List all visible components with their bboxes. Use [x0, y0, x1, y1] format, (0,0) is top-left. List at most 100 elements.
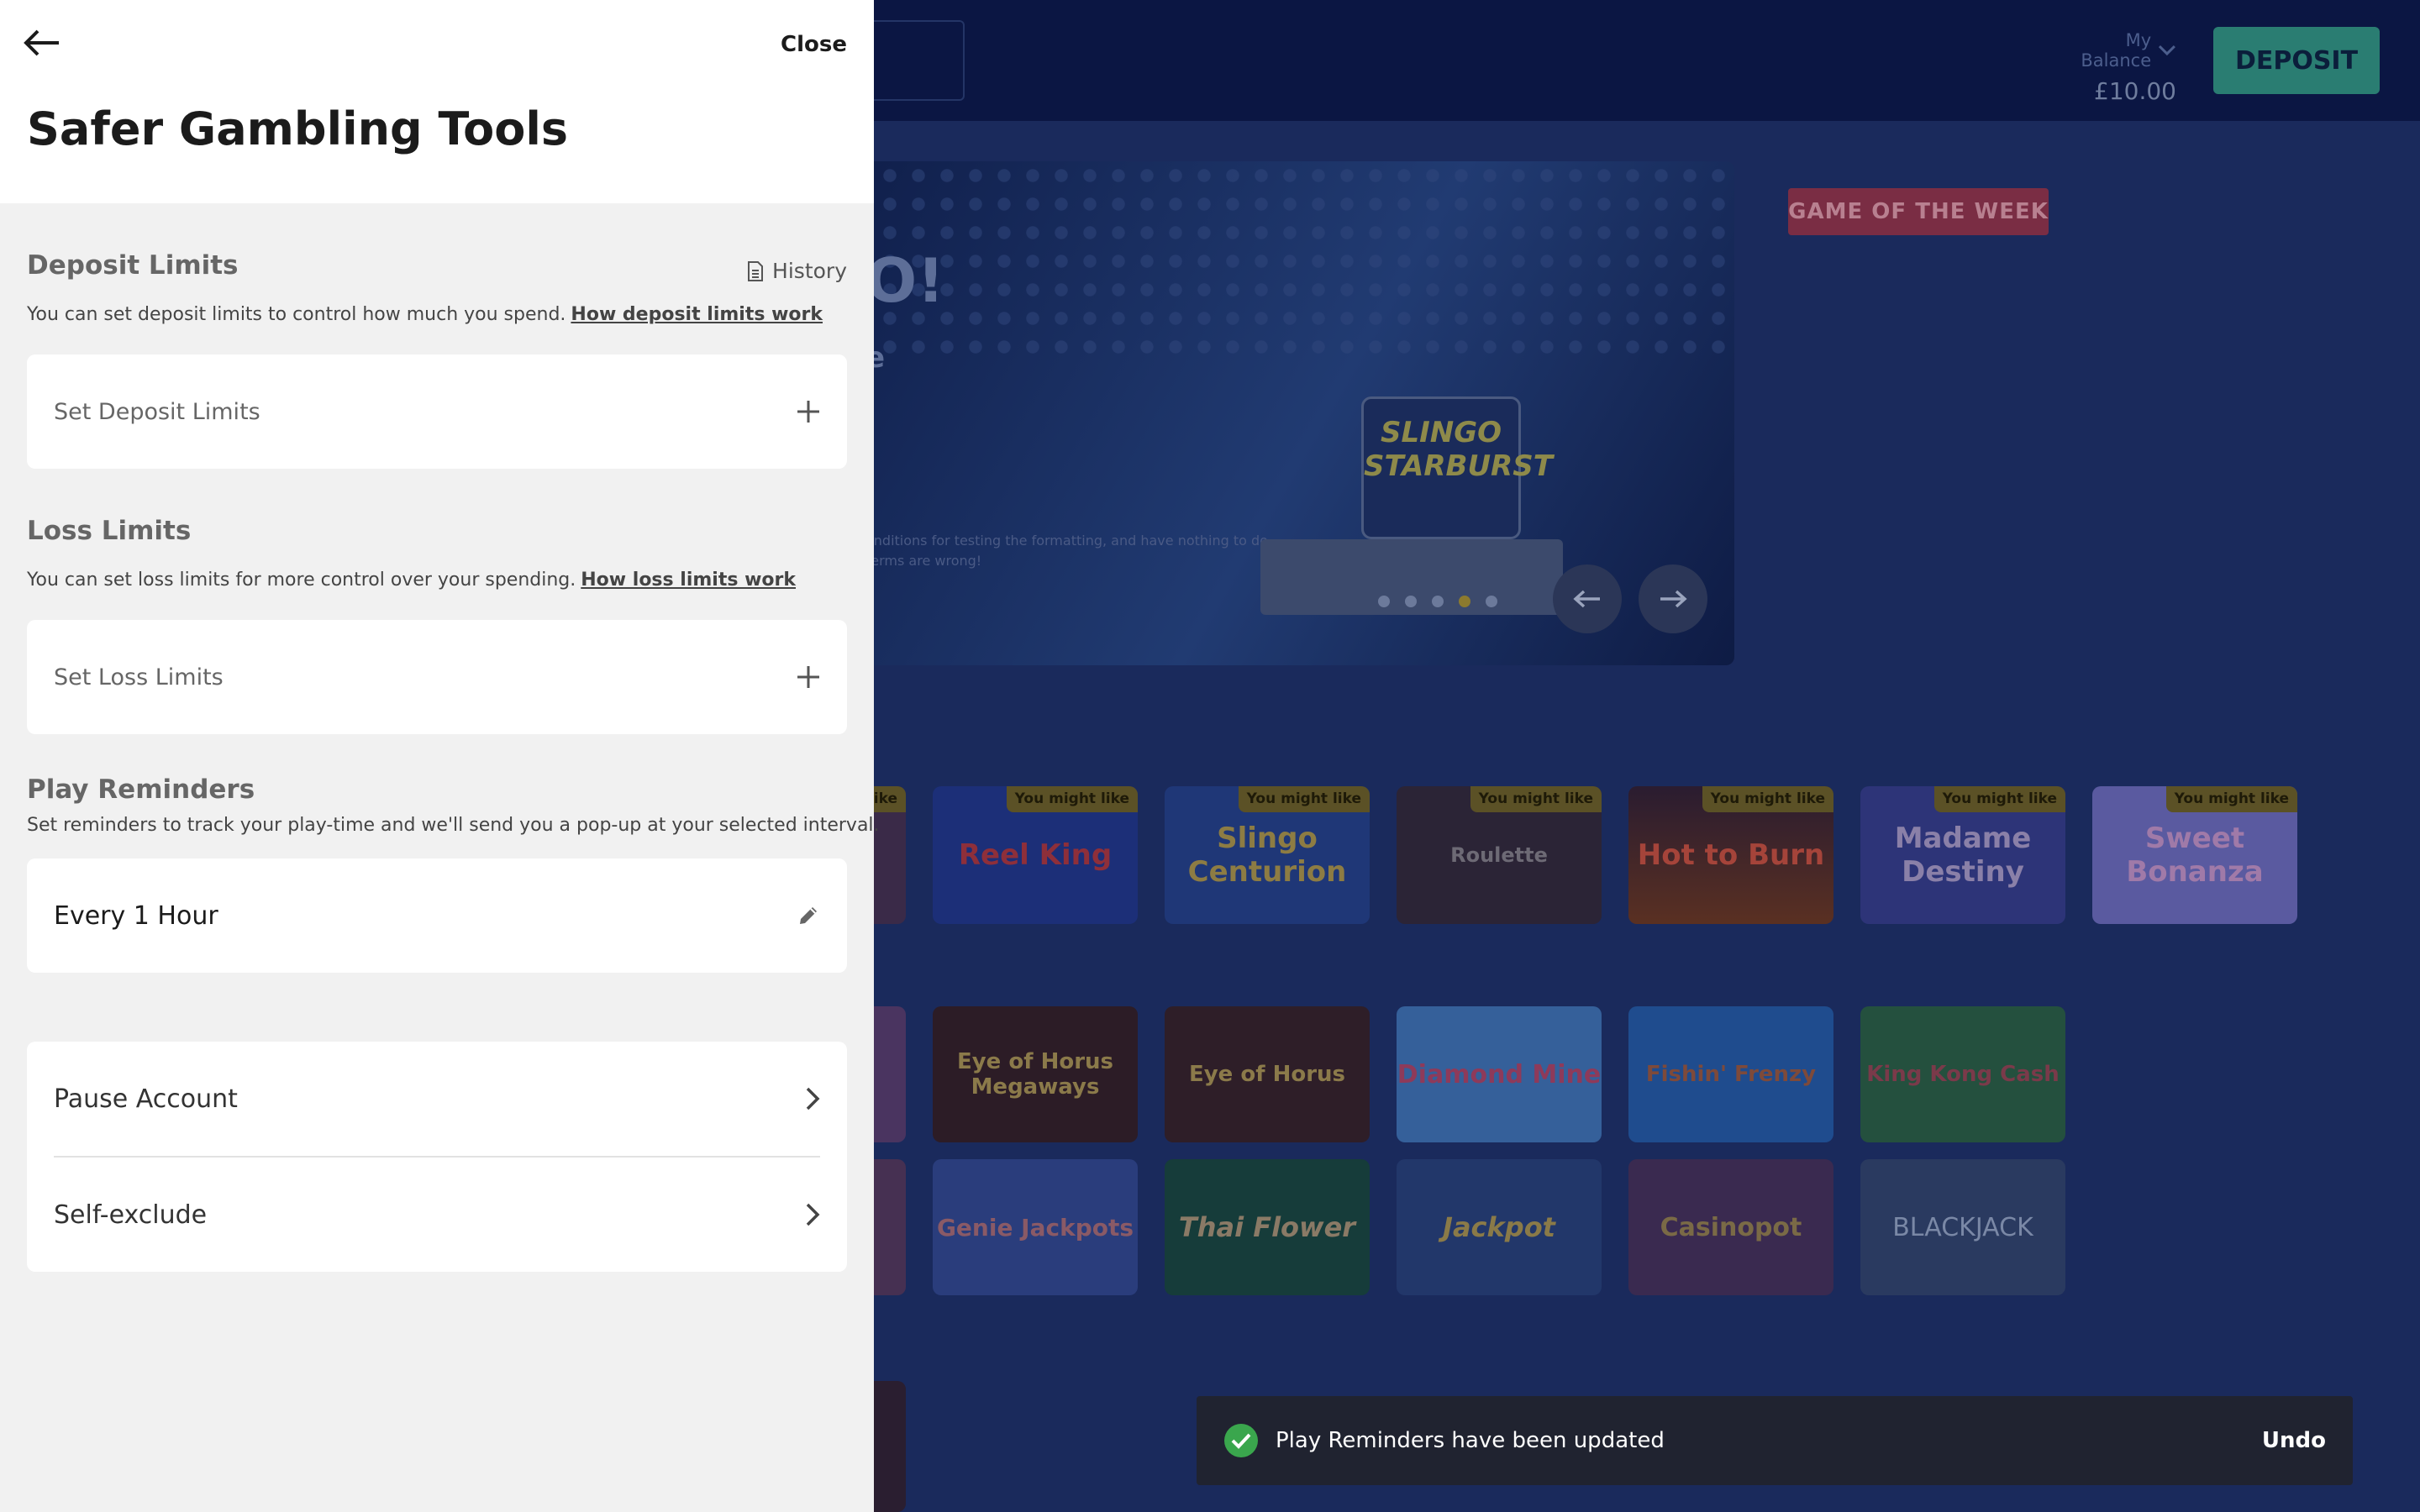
- game-tile[interactable]: Thai Flower: [1165, 1159, 1370, 1295]
- loss-description-text: You can set loss limits for more control…: [27, 570, 576, 591]
- deposit-button[interactable]: DEPOSIT: [2213, 27, 2380, 94]
- carousel-dot[interactable]: [1459, 596, 1470, 607]
- hero-game-logo: SLINGO STARBURST: [1361, 396, 1553, 539]
- game-tile[interactable]: Jackpot: [1397, 1159, 1602, 1295]
- carousel-pagination: [1378, 596, 1497, 607]
- game-tile[interactable]: Hot to Burn You might like: [1628, 786, 1833, 924]
- game-title: King Kong Cash: [1866, 1062, 2060, 1087]
- balance-label: My Balance: [2081, 30, 2152, 71]
- pencil-icon[interactable]: [797, 904, 820, 927]
- game-title: Reel King: [958, 838, 1113, 872]
- safer-gambling-drawer: Close Safer Gambling Tools Deposit Limit…: [0, 0, 880, 1512]
- play-reminders-description: Set reminders to track your play-time an…: [27, 815, 880, 836]
- hero-logo-text: SLINGO STARBURST: [1364, 416, 1553, 483]
- hero-headline: O!: [865, 245, 945, 316]
- drawer-title: Safer Gambling Tools: [27, 102, 568, 155]
- hero-terms: onditions for testing the formatting, an…: [865, 533, 1268, 569]
- set-deposit-limits-card[interactable]: Set Deposit Limits: [27, 354, 847, 469]
- game-title: Jackpot: [1443, 1211, 1555, 1243]
- game-title: Eye of Horus: [1188, 1062, 1346, 1087]
- how-deposit-limits-work-link[interactable]: How deposit limits work: [571, 304, 823, 325]
- game-title: Hot to Burn: [1637, 838, 1825, 872]
- game-tile[interactable]: Genie Jackpots: [933, 1159, 1138, 1295]
- game-tile[interactable]: Sweet Bonanza You might like: [2092, 786, 2297, 924]
- carousel-dot[interactable]: [1378, 596, 1390, 607]
- set-loss-limits-label: Set Loss Limits: [54, 664, 224, 690]
- game-tile[interactable]: King Kong Cash: [1860, 1006, 2065, 1142]
- balance-dropdown[interactable]: My Balance £10.00: [2050, 30, 2176, 105]
- play-reminders-heading: Play Reminders: [27, 774, 255, 805]
- document-icon: [748, 260, 764, 281]
- chevron-right-icon: [806, 1203, 820, 1226]
- game-tile[interactable]: Madame Destiny You might like: [1860, 786, 2065, 924]
- account-actions-card: Pause Account Self-exclude: [27, 1042, 847, 1272]
- game-title: Madame Destiny: [1894, 822, 2032, 889]
- how-loss-limits-work-link[interactable]: How loss limits work: [581, 570, 796, 591]
- set-loss-limits-row[interactable]: Set Loss Limits: [27, 620, 847, 734]
- deposit-limits-heading: Deposit Limits: [27, 250, 239, 281]
- recommendation-badge: You might like: [2165, 786, 2297, 812]
- game-tile[interactable]: Casinopot: [1628, 1159, 1833, 1295]
- loss-limits-description: You can set loss limits for more control…: [27, 570, 796, 591]
- pause-account-row[interactable]: Pause Account: [27, 1042, 847, 1156]
- undo-button[interactable]: Undo: [2262, 1428, 2326, 1453]
- hero-game-artwork: SLINGO STARBURST: [1260, 380, 1563, 632]
- carousel-dot[interactable]: [1405, 596, 1417, 607]
- chevron-down-icon: [2159, 45, 2176, 56]
- drawer-header: Close Safer Gambling Tools: [0, 0, 874, 203]
- check-circle-icon: [1224, 1424, 1258, 1457]
- game-tile[interactable]: Roulette You might like: [1397, 786, 1602, 924]
- game-tile[interactable]: Fishin' Frenzy: [1628, 1006, 1833, 1142]
- balance-value: £10.00: [2094, 77, 2176, 105]
- toast-notification: Play Reminders have been updated Undo: [1197, 1396, 2353, 1485]
- game-title: Sweet Bonanza: [2126, 822, 2264, 889]
- game-of-the-week-badge: GAME OF THE WEEK: [1788, 188, 2049, 235]
- game-tile[interactable]: Eye of Horus: [1165, 1006, 1370, 1142]
- arrow-left-icon: [24, 29, 59, 56]
- game-title: Thai Flower: [1178, 1211, 1356, 1243]
- close-button[interactable]: Close: [781, 32, 847, 57]
- loss-limits-heading: Loss Limits: [27, 516, 192, 546]
- back-button[interactable]: [24, 29, 66, 64]
- pause-account-label: Pause Account: [54, 1084, 238, 1114]
- arrow-left-icon: [1573, 590, 1600, 608]
- game-title: Diamond Mine: [1397, 1059, 1602, 1089]
- deposit-limits-description: You can set deposit limits to control ho…: [27, 304, 823, 325]
- game-tile[interactable]: Reel King You might like: [933, 786, 1138, 924]
- deposit-description-text: You can set deposit limits to control ho…: [27, 304, 566, 325]
- game-title: Slingo Centurion: [1187, 822, 1347, 889]
- game-title: Roulette: [1450, 843, 1548, 867]
- recommendation-badge: You might like: [1470, 786, 1602, 812]
- play-reminder-value: Every 1 Hour: [54, 900, 218, 931]
- self-exclude-row[interactable]: Self-exclude: [27, 1158, 847, 1272]
- game-title: Eye of Horus Megaways: [956, 1049, 1114, 1100]
- game-title: BLACKJACK: [1892, 1212, 2033, 1242]
- set-deposit-limits-row[interactable]: Set Deposit Limits: [27, 354, 847, 469]
- carousel-prev-button[interactable]: [1553, 564, 1622, 633]
- toast-message: Play Reminders have been updated: [1276, 1428, 1665, 1453]
- arrow-right-icon: [1660, 590, 1687, 608]
- hero-banner[interactable]: O! e onditions for testing the formattin…: [790, 161, 1734, 665]
- self-exclude-label: Self-exclude: [54, 1200, 208, 1230]
- play-reminder-card[interactable]: Every 1 Hour: [27, 858, 847, 973]
- game-title: Fishin' Frenzy: [1645, 1062, 1817, 1087]
- recommendation-badge: You might like: [1702, 786, 1833, 812]
- set-deposit-limits-label: Set Deposit Limits: [54, 398, 260, 425]
- carousel-dot[interactable]: [1432, 596, 1444, 607]
- plus-icon: [797, 401, 819, 423]
- recommendation-badge: You might like: [1006, 786, 1138, 812]
- history-label: History: [772, 259, 847, 283]
- game-title: Casinopot: [1660, 1212, 1802, 1242]
- carousel-next-button[interactable]: [1639, 564, 1707, 633]
- set-loss-limits-card[interactable]: Set Loss Limits: [27, 620, 847, 734]
- game-tile[interactable]: BLACKJACK: [1860, 1159, 2065, 1295]
- history-link[interactable]: History: [747, 259, 847, 283]
- game-tile[interactable]: Eye of Horus Megaways: [933, 1006, 1138, 1142]
- game-tile[interactable]: Slingo Centurion You might like: [1165, 786, 1370, 924]
- carousel-dot[interactable]: [1486, 596, 1497, 607]
- recommendation-badge: You might like: [1238, 786, 1370, 812]
- game-tile[interactable]: Diamond Mine: [1397, 1006, 1602, 1142]
- play-reminder-row[interactable]: Every 1 Hour: [27, 858, 847, 973]
- recommendation-badge: You might like: [1933, 786, 2065, 812]
- plus-icon: [797, 666, 819, 688]
